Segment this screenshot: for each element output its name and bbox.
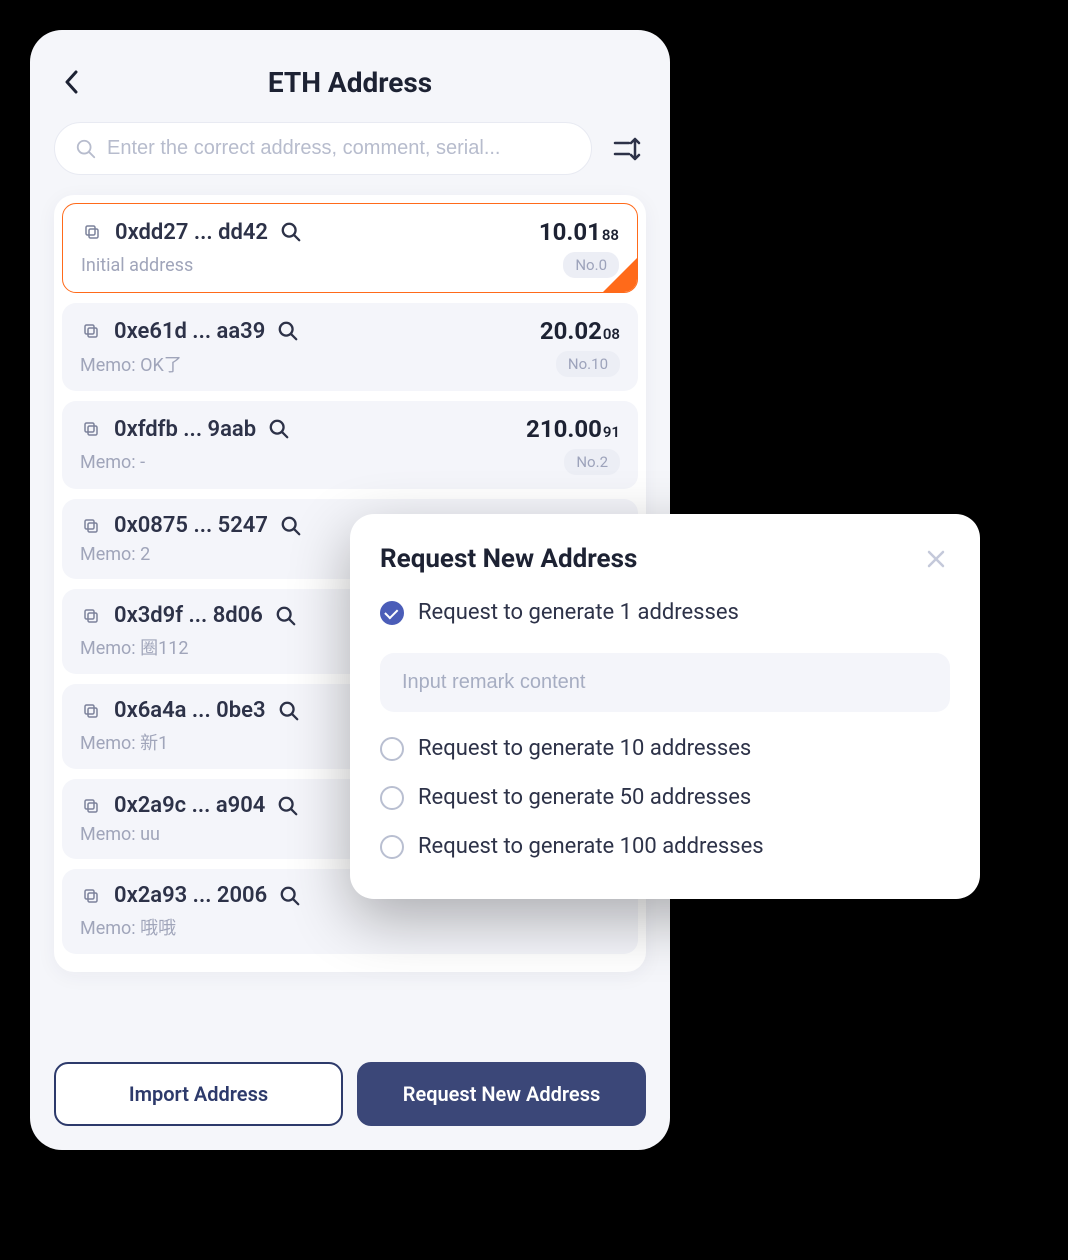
sort-button[interactable]: [606, 129, 646, 169]
magnify-icon[interactable]: [280, 515, 302, 537]
radio-icon: [380, 835, 404, 859]
radio-icon: [380, 601, 404, 625]
address-text: 0x0875 ... 5247: [114, 513, 268, 538]
address-text: 0x3d9f ... 8d06: [114, 603, 263, 628]
modal-close-button[interactable]: [922, 545, 950, 573]
balance: 10.0188: [539, 218, 619, 246]
magnify-icon[interactable]: [280, 221, 302, 243]
copy-icon[interactable]: [80, 418, 102, 440]
magnify-icon[interactable]: [275, 605, 297, 627]
copy-icon[interactable]: [80, 700, 102, 722]
copy-icon[interactable]: [80, 885, 102, 907]
memo-text: Memo: OK了: [80, 351, 182, 377]
index-badge: No.10: [556, 351, 620, 377]
search-box[interactable]: [54, 122, 592, 175]
selected-corner-icon: [603, 258, 637, 292]
generate-option[interactable]: Request to generate 50 addresses: [380, 785, 950, 810]
radio-icon: [380, 786, 404, 810]
option-label: Request to generate 10 addresses: [418, 736, 751, 761]
copy-icon[interactable]: [81, 221, 103, 243]
page-title: ETH Address: [268, 66, 432, 99]
search-icon: [75, 138, 97, 160]
generate-option[interactable]: Request to generate 10 addresses: [380, 736, 950, 761]
memo-text: Memo: 圈112: [80, 634, 188, 660]
copy-icon[interactable]: [80, 795, 102, 817]
balance-main: 210.00: [526, 415, 602, 443]
address-card[interactable]: 0xe61d ... aa39 20.0208 Memo: OK了 No.10: [62, 303, 638, 391]
index-badge: No.2: [564, 449, 620, 475]
address-text: 0x2a9c ... a904: [114, 793, 265, 818]
generate-option[interactable]: Request to generate 100 addresses: [380, 834, 950, 859]
balance: 210.0091: [526, 415, 620, 443]
memo-text: Memo: 2: [80, 544, 150, 565]
balance-main: 20.02: [540, 317, 602, 345]
balance-sub: 88: [602, 226, 619, 244]
magnify-icon[interactable]: [268, 418, 290, 440]
import-address-button[interactable]: Import Address: [54, 1062, 343, 1126]
close-icon: [926, 549, 946, 569]
address-text: 0x2a93 ... 2006: [114, 883, 267, 908]
modal-title: Request New Address: [380, 544, 637, 574]
copy-icon[interactable]: [80, 320, 102, 342]
magnify-icon[interactable]: [279, 885, 301, 907]
request-new-address-modal: Request New Address Request to generate …: [350, 514, 980, 899]
request-new-address-button[interactable]: Request New Address: [357, 1062, 646, 1126]
remark-input[interactable]: [380, 653, 950, 712]
copy-icon[interactable]: [80, 605, 102, 627]
address-card[interactable]: 0xfdfb ... 9aab 210.0091 Memo: - No.2: [62, 401, 638, 489]
modal-options: Request to generate 1 addresses Request t…: [380, 600, 950, 859]
search-input[interactable]: [107, 137, 571, 160]
header: ETH Address: [54, 54, 646, 110]
modal-header: Request New Address: [380, 544, 950, 574]
address-text: 0xe61d ... aa39: [114, 319, 265, 344]
option-label: Request to generate 50 addresses: [418, 785, 751, 810]
chevron-left-icon: [64, 70, 80, 94]
option-label: Request to generate 1 addresses: [418, 600, 739, 625]
memo-text: Memo: -: [80, 452, 145, 473]
back-button[interactable]: [54, 64, 90, 100]
balance-sub: 91: [603, 423, 620, 441]
search-row: [54, 122, 646, 175]
generate-option[interactable]: Request to generate 1 addresses: [380, 600, 950, 625]
sort-icon: [611, 134, 641, 164]
radio-icon: [380, 737, 404, 761]
bottom-buttons: Import Address Request New Address: [54, 1062, 646, 1126]
option-label: Request to generate 100 addresses: [418, 834, 764, 859]
magnify-icon[interactable]: [277, 320, 299, 342]
balance-main: 10.01: [539, 218, 601, 246]
memo-text: Memo: 哦哦: [80, 914, 176, 940]
magnify-icon[interactable]: [277, 795, 299, 817]
address-text: 0xfdfb ... 9aab: [114, 417, 256, 442]
memo-text: Initial address: [81, 255, 193, 276]
address-card[interactable]: 0xdd27 ... dd4210.0188Initial addressNo.…: [62, 203, 638, 293]
memo-text: Memo: 新1: [80, 729, 168, 755]
magnify-icon[interactable]: [278, 700, 300, 722]
copy-icon[interactable]: [80, 515, 102, 537]
balance-sub: 08: [603, 325, 620, 343]
address-text: 0xdd27 ... dd42: [115, 220, 268, 245]
balance: 20.0208: [540, 317, 620, 345]
memo-text: Memo: uu: [80, 824, 160, 845]
address-text: 0x6a4a ... 0be3: [114, 698, 266, 723]
